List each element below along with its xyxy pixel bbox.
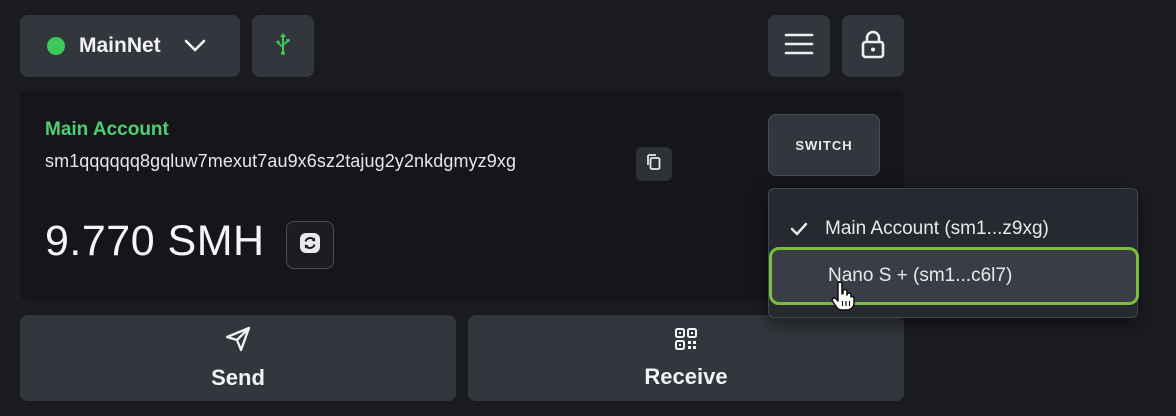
menu-item-nano-s[interactable]: Nano S + (sm1...c6l7) (769, 247, 1139, 305)
chevron-down-icon (183, 38, 207, 54)
receive-label: Receive (644, 363, 728, 389)
usb-device-button[interactable] (252, 15, 314, 77)
copy-address-button[interactable] (636, 147, 672, 181)
menu-item-main-account[interactable]: Main Account (sm1...z9xg) (769, 209, 1137, 249)
account-balance: 9.770 SMH (45, 217, 265, 265)
qr-code-icon (674, 327, 698, 356)
lock-icon (860, 29, 886, 64)
account-address: sm1qqqqqq8gqluw7mexut7au9x6sz2tajug2y2nk… (45, 151, 517, 171)
network-label: MainNet (79, 34, 161, 57)
account-switch-menu: Main Account (sm1...z9xg) Nano S + (sm1.… (768, 188, 1139, 318)
refresh-balance-button[interactable] (286, 221, 334, 269)
hamburger-menu-icon (784, 32, 814, 61)
wallet-screen: MainNet Main Account sm1qqqqqq8gqluw7mex… (0, 0, 1176, 416)
send-button[interactable]: Send (20, 315, 456, 401)
network-status-dot (47, 37, 65, 55)
send-icon (224, 326, 252, 357)
receive-button[interactable]: Receive (468, 315, 904, 401)
hand-pointer-cursor-icon (830, 281, 856, 316)
network-selector[interactable]: MainNet (20, 15, 240, 77)
usb-icon (275, 32, 291, 61)
switch-account-button[interactable]: SWITCH (768, 114, 880, 176)
menu-item-label: Main Account (sm1...z9xg) (825, 218, 1049, 239)
account-name: Main Account (45, 119, 169, 140)
lock-button[interactable] (842, 15, 904, 77)
refresh-icon (298, 231, 322, 260)
checkmark-icon (789, 221, 825, 237)
send-label: Send (211, 364, 265, 390)
menu-button[interactable] (768, 15, 830, 77)
copy-icon (645, 153, 663, 176)
